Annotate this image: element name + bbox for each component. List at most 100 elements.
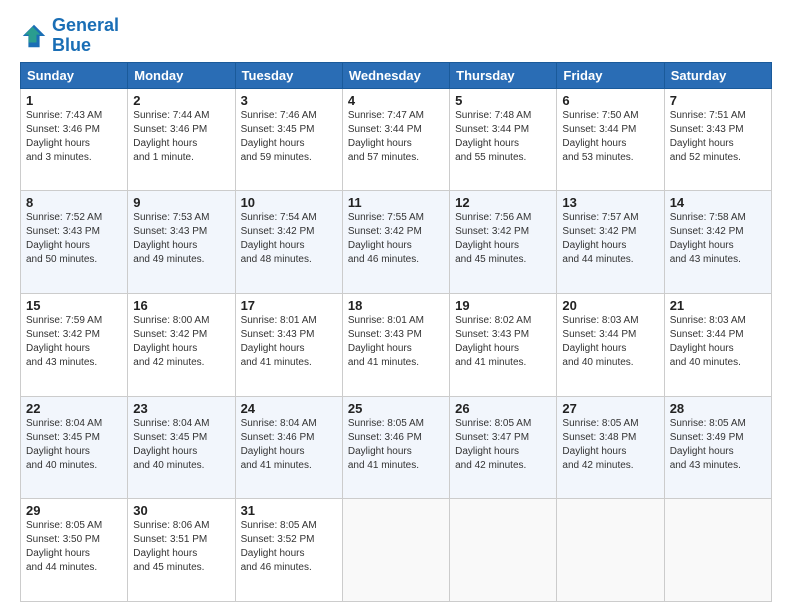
- calendar-cell: 16 Sunrise: 8:00 AMSunset: 3:42 PMDayligh…: [128, 293, 235, 396]
- day-detail: Sunrise: 7:53 AMSunset: 3:43 PMDaylight …: [133, 212, 209, 265]
- calendar-cell: 3 Sunrise: 7:46 AMSunset: 3:45 PMDaylight…: [235, 88, 342, 191]
- day-number: 22: [26, 401, 122, 416]
- day-number: 7: [670, 93, 766, 108]
- col-header-thursday: Thursday: [450, 62, 557, 88]
- calendar-cell: 24 Sunrise: 8:04 AMSunset: 3:46 PMDayligh…: [235, 396, 342, 499]
- day-detail: Sunrise: 7:50 AMSunset: 3:44 PMDaylight …: [562, 110, 638, 163]
- logo-text: GeneralBlue: [52, 16, 119, 56]
- calendar-cell: 27Sunrise: 8:05 AMSunset: 3:48 PMDayligh…: [557, 396, 664, 499]
- day-detail: Sunrise: 8:05 AMSunset: 3:46 PMDaylight …: [348, 418, 424, 471]
- calendar-cell: 22 Sunrise: 8:04 AMSunset: 3:45 PMDayligh…: [21, 396, 128, 499]
- calendar-cell: 29 Sunrise: 8:05 AMSunset: 3:50 PMDayligh…: [21, 499, 128, 602]
- day-number: 16: [133, 298, 229, 313]
- day-detail: Sunrise: 7:54 AMSunset: 3:42 PMDaylight …: [241, 212, 317, 265]
- calendar-table: SundayMondayTuesdayWednesdayThursdayFrid…: [20, 62, 772, 602]
- day-detail: Sunrise: 8:04 AMSunset: 3:45 PMDaylight …: [26, 418, 102, 471]
- calendar-cell: 2 Sunrise: 7:44 AMSunset: 3:46 PMDaylight…: [128, 88, 235, 191]
- calendar-cell: 4 Sunrise: 7:47 AMSunset: 3:44 PMDaylight…: [342, 88, 449, 191]
- day-number: 11: [348, 195, 444, 210]
- col-header-sunday: Sunday: [21, 62, 128, 88]
- calendar-cell: 28 Sunrise: 8:05 AMSunset: 3:49 PMDayligh…: [664, 396, 771, 499]
- day-detail: Sunrise: 8:02 AMSunset: 3:43 PMDaylight …: [455, 315, 531, 368]
- day-detail: Sunrise: 7:59 AMSunset: 3:42 PMDaylight …: [26, 315, 102, 368]
- day-detail: Sunrise: 7:43 AMSunset: 3:46 PMDaylight …: [26, 110, 102, 163]
- day-detail: Sunrise: 8:04 AMSunset: 3:45 PMDaylight …: [133, 418, 209, 471]
- calendar-cell: 5 Sunrise: 7:48 AMSunset: 3:44 PMDaylight…: [450, 88, 557, 191]
- calendar-cell: [342, 499, 449, 602]
- day-detail: Sunrise: 7:48 AMSunset: 3:44 PMDaylight …: [455, 110, 531, 163]
- day-number: 23: [133, 401, 229, 416]
- day-number: 4: [348, 93, 444, 108]
- calendar-cell: 31Sunrise: 8:05 AMSunset: 3:52 PMDayligh…: [235, 499, 342, 602]
- day-detail: Sunrise: 8:04 AMSunset: 3:46 PMDaylight …: [241, 418, 317, 471]
- day-detail: Sunrise: 7:52 AMSunset: 3:43 PMDaylight …: [26, 212, 102, 265]
- col-header-wednesday: Wednesday: [342, 62, 449, 88]
- day-detail: Sunrise: 8:01 AMSunset: 3:43 PMDaylight …: [241, 315, 317, 368]
- day-number: 20: [562, 298, 658, 313]
- day-number: 3: [241, 93, 337, 108]
- calendar-cell: 20 Sunrise: 8:03 AMSunset: 3:44 PMDayligh…: [557, 293, 664, 396]
- day-detail: Sunrise: 7:56 AMSunset: 3:42 PMDaylight …: [455, 212, 531, 265]
- col-header-monday: Monday: [128, 62, 235, 88]
- day-detail: Sunrise: 8:05 AMSunset: 3:48 PMDaylight …: [562, 418, 638, 471]
- calendar-cell: 30Sunrise: 8:06 AMSunset: 3:51 PMDayligh…: [128, 499, 235, 602]
- day-detail: Sunrise: 8:05 AMSunset: 3:50 PMDaylight …: [26, 520, 102, 573]
- header: GeneralBlue: [20, 16, 772, 56]
- day-detail: Sunrise: 8:05 AMSunset: 3:49 PMDaylight …: [670, 418, 746, 471]
- day-detail: Sunrise: 8:03 AMSunset: 3:44 PMDaylight …: [670, 315, 746, 368]
- day-number: 6: [562, 93, 658, 108]
- day-number: 12: [455, 195, 551, 210]
- day-number: 10: [241, 195, 337, 210]
- calendar-cell: 17Sunrise: 8:01 AMSunset: 3:43 PMDayligh…: [235, 293, 342, 396]
- calendar-cell: 9 Sunrise: 7:53 AMSunset: 3:43 PMDaylight…: [128, 191, 235, 294]
- calendar-cell: 26Sunrise: 8:05 AMSunset: 3:47 PMDayligh…: [450, 396, 557, 499]
- day-number: 19: [455, 298, 551, 313]
- day-detail: Sunrise: 8:03 AMSunset: 3:44 PMDaylight …: [562, 315, 638, 368]
- day-number: 13: [562, 195, 658, 210]
- day-detail: Sunrise: 7:47 AMSunset: 3:44 PMDaylight …: [348, 110, 424, 163]
- calendar-cell: 1Sunrise: 7:43 AMSunset: 3:46 PMDaylight…: [21, 88, 128, 191]
- day-number: 21: [670, 298, 766, 313]
- calendar-cell: [450, 499, 557, 602]
- calendar-cell: 23 Sunrise: 8:04 AMSunset: 3:45 PMDayligh…: [128, 396, 235, 499]
- page: GeneralBlue SundayMondayTuesdayWednesday…: [0, 0, 792, 612]
- calendar-cell: 25 Sunrise: 8:05 AMSunset: 3:46 PMDayligh…: [342, 396, 449, 499]
- logo-icon: [20, 22, 48, 50]
- col-header-tuesday: Tuesday: [235, 62, 342, 88]
- calendar-cell: [557, 499, 664, 602]
- day-number: 8: [26, 195, 122, 210]
- day-number: 26: [455, 401, 551, 416]
- day-detail: Sunrise: 7:57 AMSunset: 3:42 PMDaylight …: [562, 212, 638, 265]
- col-header-friday: Friday: [557, 62, 664, 88]
- day-number: 15: [26, 298, 122, 313]
- day-number: 25: [348, 401, 444, 416]
- calendar-cell: 7 Sunrise: 7:51 AMSunset: 3:43 PMDaylight…: [664, 88, 771, 191]
- calendar-cell: 6 Sunrise: 7:50 AMSunset: 3:44 PMDaylight…: [557, 88, 664, 191]
- day-detail: Sunrise: 8:00 AMSunset: 3:42 PMDaylight …: [133, 315, 209, 368]
- logo: GeneralBlue: [20, 16, 119, 56]
- day-detail: Sunrise: 7:58 AMSunset: 3:42 PMDaylight …: [670, 212, 746, 265]
- day-number: 5: [455, 93, 551, 108]
- day-detail: Sunrise: 8:05 AMSunset: 3:52 PMDaylight …: [241, 520, 317, 573]
- calendar-cell: 14Sunrise: 7:58 AMSunset: 3:42 PMDayligh…: [664, 191, 771, 294]
- day-number: 2: [133, 93, 229, 108]
- calendar-cell: 10 Sunrise: 7:54 AMSunset: 3:42 PMDayligh…: [235, 191, 342, 294]
- calendar-cell: 19 Sunrise: 8:02 AMSunset: 3:43 PMDayligh…: [450, 293, 557, 396]
- day-number: 9: [133, 195, 229, 210]
- calendar-cell: 13 Sunrise: 7:57 AMSunset: 3:42 PMDayligh…: [557, 191, 664, 294]
- day-detail: Sunrise: 7:44 AMSunset: 3:46 PMDaylight …: [133, 110, 209, 163]
- col-header-saturday: Saturday: [664, 62, 771, 88]
- day-number: 18: [348, 298, 444, 313]
- day-number: 29: [26, 503, 122, 518]
- day-detail: Sunrise: 7:46 AMSunset: 3:45 PMDaylight …: [241, 110, 317, 163]
- calendar-cell: 21 Sunrise: 8:03 AMSunset: 3:44 PMDayligh…: [664, 293, 771, 396]
- calendar-cell: 15 Sunrise: 7:59 AMSunset: 3:42 PMDayligh…: [21, 293, 128, 396]
- calendar-cell: [664, 499, 771, 602]
- calendar-cell: 12 Sunrise: 7:56 AMSunset: 3:42 PMDayligh…: [450, 191, 557, 294]
- day-number: 24: [241, 401, 337, 416]
- calendar-cell: 8 Sunrise: 7:52 AMSunset: 3:43 PMDaylight…: [21, 191, 128, 294]
- calendar-cell: 11Sunrise: 7:55 AMSunset: 3:42 PMDayligh…: [342, 191, 449, 294]
- day-number: 28: [670, 401, 766, 416]
- day-detail: Sunrise: 8:06 AMSunset: 3:51 PMDaylight …: [133, 520, 209, 573]
- day-detail: Sunrise: 7:51 AMSunset: 3:43 PMDaylight …: [670, 110, 746, 163]
